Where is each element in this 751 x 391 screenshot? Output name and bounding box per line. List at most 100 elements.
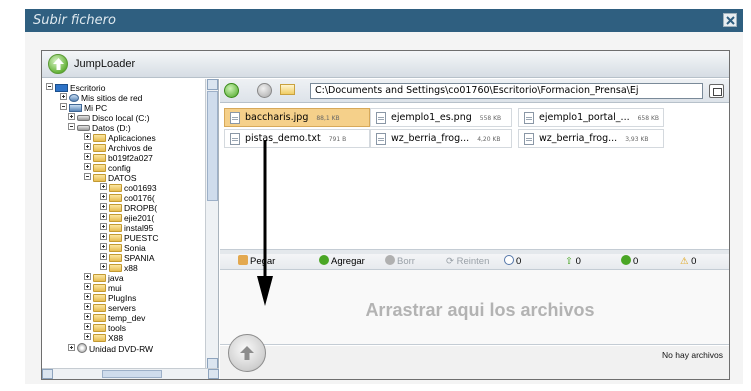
collapse-icon[interactable] (46, 83, 53, 90)
path-field[interactable]: C:\Documents and Settings\co01760\Escrit… (310, 83, 703, 99)
file-icon (524, 112, 534, 124)
collapse-icon[interactable] (60, 103, 67, 110)
warning-counter: ⚠ 0 (680, 254, 696, 270)
expand-icon[interactable] (84, 273, 91, 280)
add-icon (319, 255, 329, 265)
folder-icon (93, 334, 106, 342)
folder-icon (109, 204, 122, 212)
go-up-icon[interactable] (224, 83, 239, 98)
path-toolbar: C:\Documents and Settings\co01760\Escrit… (220, 79, 729, 103)
tree-node-label: temp_dev (108, 313, 146, 323)
expand-icon[interactable] (100, 213, 107, 220)
expand-icon[interactable] (100, 203, 107, 210)
tree-node-label: servers (108, 303, 136, 313)
expand-icon[interactable] (84, 333, 91, 340)
folder-icon (109, 264, 122, 272)
folder-icon (93, 314, 106, 322)
collapse-icon[interactable] (84, 173, 91, 180)
tree-node-label: Unidad DVD-RW (89, 344, 154, 354)
file-icon (524, 133, 534, 145)
expand-icon[interactable] (84, 293, 91, 300)
folder-icon (93, 284, 106, 292)
tree-node-label: config (108, 163, 131, 173)
expand-icon[interactable] (68, 113, 75, 120)
expand-icon[interactable] (100, 193, 107, 200)
file-item[interactable]: pistas_demo.txt 791 B (224, 129, 370, 148)
tree-vertical-scrollbar[interactable] (205, 79, 218, 369)
expand-icon[interactable] (84, 283, 91, 290)
expand-icon[interactable] (84, 133, 91, 140)
tree-node-label: X88 (108, 333, 124, 343)
tree-node-label: Mi PC (84, 103, 108, 113)
folder-tree[interactable]: Escritorio Mis sitios de red Mi PC Disco lo… (42, 79, 219, 379)
file-item[interactable]: ejemplo1_es.png 558 KB (370, 108, 512, 127)
file-name: wz_berria_frog... (391, 133, 470, 144)
retry-button[interactable]: ⟳ Reinten (446, 254, 489, 270)
tree-horizontal-scrollbar[interactable] (42, 368, 219, 379)
tree-node-label: instal95 (124, 223, 154, 233)
expand-icon[interactable] (100, 183, 107, 190)
expand-icon[interactable] (84, 303, 91, 310)
drop-zone[interactable]: Arrastrar aqui los archivos (220, 270, 729, 345)
paste-button[interactable]: Pegar (238, 254, 275, 270)
file-size: 88,1 KB (316, 115, 340, 122)
desktop-icon (55, 84, 68, 92)
expand-icon[interactable] (100, 243, 107, 250)
tree-node-label: co01693 (124, 183, 157, 193)
file-item[interactable]: baccharis.jpg 88,1 KB (224, 108, 370, 127)
expand-icon[interactable] (100, 223, 107, 230)
app-name: JumpLoader (74, 58, 136, 70)
expand-icon[interactable] (84, 153, 91, 160)
tree-node-label: x88 (124, 263, 138, 273)
expand-icon[interactable] (60, 93, 67, 100)
folder-icon[interactable] (280, 84, 295, 95)
delete-icon (385, 255, 395, 265)
file-item[interactable]: ejemplo1_portal_... 658 KB (518, 108, 664, 127)
expand-icon[interactable] (84, 163, 91, 170)
computer-icon (69, 104, 82, 112)
tree-node-label: mui (108, 283, 122, 293)
scroll-left-icon[interactable] (42, 369, 53, 379)
expand-icon[interactable] (84, 323, 91, 330)
expand-icon[interactable] (100, 233, 107, 240)
add-button[interactable]: Agregar (319, 254, 365, 270)
uploaded-count: 0 (575, 256, 581, 267)
pending-count: 0 (516, 256, 522, 267)
file-item[interactable]: wz_berria_frog... 3,93 KB (518, 129, 664, 148)
close-icon[interactable] (723, 13, 737, 27)
network-icon (69, 94, 79, 102)
expand-icon[interactable] (100, 263, 107, 270)
scroll-up-icon[interactable] (207, 79, 218, 90)
expand-icon[interactable] (84, 313, 91, 320)
upload-toolbar: Pegar Agregar Borr ⟳ Reinten 0 ⇧ 0 0 ⚠ 0 (220, 254, 729, 270)
scroll-right-icon[interactable] (208, 369, 219, 379)
scroll-thumb[interactable] (207, 91, 218, 201)
expand-icon[interactable] (84, 143, 91, 150)
upload-button[interactable] (228, 334, 266, 372)
folder-icon (93, 294, 106, 302)
expand-icon[interactable] (100, 253, 107, 260)
tree-node-label: PlugIns (108, 293, 137, 303)
collapse-icon[interactable] (68, 123, 75, 130)
check-icon (621, 255, 631, 265)
tree-node-label: b019f2a027 (108, 153, 153, 163)
tree-node[interactable]: Unidad DVD-RW (68, 343, 153, 354)
file-item[interactable]: wz_berria_frog... 4,20 KB (370, 129, 512, 148)
retry-icon: ⟳ (446, 256, 457, 267)
file-name: wz_berria_frog... (539, 133, 618, 144)
stop-icon[interactable] (257, 83, 272, 98)
view-mode-icon[interactable] (709, 84, 724, 98)
file-size: 4,20 KB (477, 136, 501, 143)
file-size: 658 KB (637, 115, 660, 122)
expand-icon[interactable] (68, 344, 75, 351)
upload-arrow-icon (240, 346, 254, 360)
warning-count: 0 (691, 256, 697, 267)
tree-node-label: Aplicaciones (108, 133, 156, 143)
add-label: Agregar (331, 256, 365, 267)
scroll-thumb[interactable] (102, 370, 162, 378)
delete-button[interactable]: Borr (385, 254, 415, 270)
tree-node-label: Sonia (124, 243, 146, 253)
folder-icon (93, 164, 106, 172)
ok-count: 0 (633, 256, 639, 267)
warning-icon: ⚠ (680, 256, 692, 267)
